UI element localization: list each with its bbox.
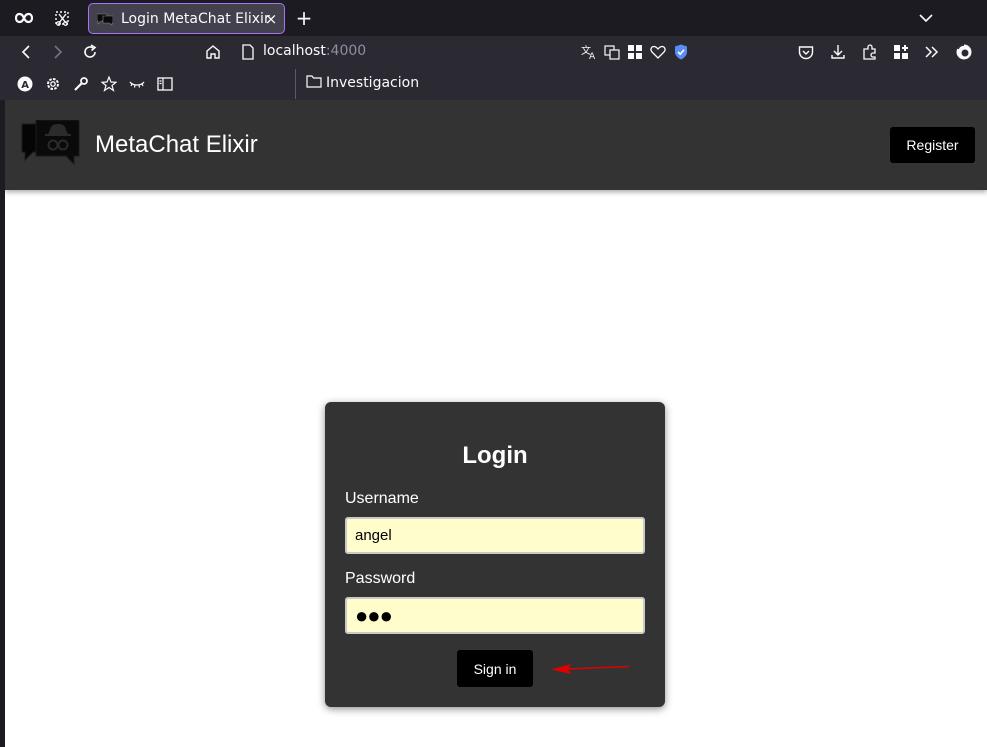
svg-text:A: A [21, 80, 29, 91]
password-label: Password [345, 570, 416, 587]
account-a-icon[interactable]: A [12, 71, 38, 97]
apps-icon[interactable] [887, 38, 915, 66]
username-value: angel [355, 527, 392, 544]
folder-icon [306, 74, 322, 92]
download-icon[interactable] [824, 38, 852, 66]
metachat-logo-icon [20, 119, 80, 166]
bookmarks-toolbar: A Investigacion [0, 68, 987, 100]
url-bar[interactable]: localhost:4000 [263, 43, 366, 59]
svg-text:A: A [589, 52, 596, 60]
url-host: localhost [263, 43, 326, 59]
tab-title: Login MetaChat Elixir [121, 10, 270, 27]
wrench-icon[interactable] [68, 71, 94, 97]
container-icon[interactable] [10, 4, 38, 32]
shield-check-icon[interactable] [667, 38, 695, 66]
reader-star-icon[interactable] [96, 71, 122, 97]
back-icon[interactable] [12, 38, 40, 66]
bookmarks-divider [295, 69, 296, 99]
page-icon[interactable] [234, 38, 262, 66]
overflow-icon[interactable] [918, 38, 946, 66]
new-tab-button[interactable]: + [290, 4, 318, 32]
url-port: :4000 [325, 43, 367, 59]
tab-list-chevron-down-icon[interactable] [912, 4, 940, 32]
browser-window: Login MetaChat Elixir × + localhost:4000… [0, 0, 987, 747]
home-icon[interactable] [199, 38, 227, 66]
extensions-icon[interactable] [856, 38, 884, 66]
eye-closed-icon[interactable] [124, 71, 150, 97]
red-arrow-annotation [551, 664, 630, 674]
app-header: MetaChat Elixir Register [5, 100, 987, 190]
username-field[interactable]: angel [345, 517, 645, 554]
app-title: MetaChat Elixir [95, 131, 258, 158]
login-title: Login [462, 442, 528, 469]
password-field[interactable]: ●●● [345, 597, 645, 634]
sidebar-icon[interactable] [152, 71, 178, 97]
password-value: ●●● [355, 602, 393, 628]
bookmark-folder-label: Investigacion [326, 75, 420, 91]
reload-icon[interactable] [76, 38, 104, 66]
gear-icon[interactable] [40, 71, 66, 97]
bookmark-folder-investigacion[interactable]: Investigacion [306, 74, 419, 92]
tab-active[interactable]: Login MetaChat Elixir × [88, 3, 285, 34]
sign-in-button[interactable]: Sign in [457, 650, 533, 687]
register-button[interactable]: Register [890, 127, 975, 163]
tab-close-icon[interactable]: × [262, 10, 280, 28]
forward-icon[interactable] [44, 38, 72, 66]
screenshot-icon[interactable] [48, 4, 76, 32]
tab-strip: Login MetaChat Elixir × + [0, 0, 987, 36]
username-label: Username [345, 490, 419, 507]
tab-favicon-icon [97, 11, 113, 27]
navigation-bar: localhost:4000 文A [0, 36, 987, 68]
firefox-icon[interactable] [950, 38, 978, 66]
page-viewport: MetaChat Elixir Register Login Username … [5, 100, 987, 747]
pocket-icon[interactable] [792, 38, 820, 66]
